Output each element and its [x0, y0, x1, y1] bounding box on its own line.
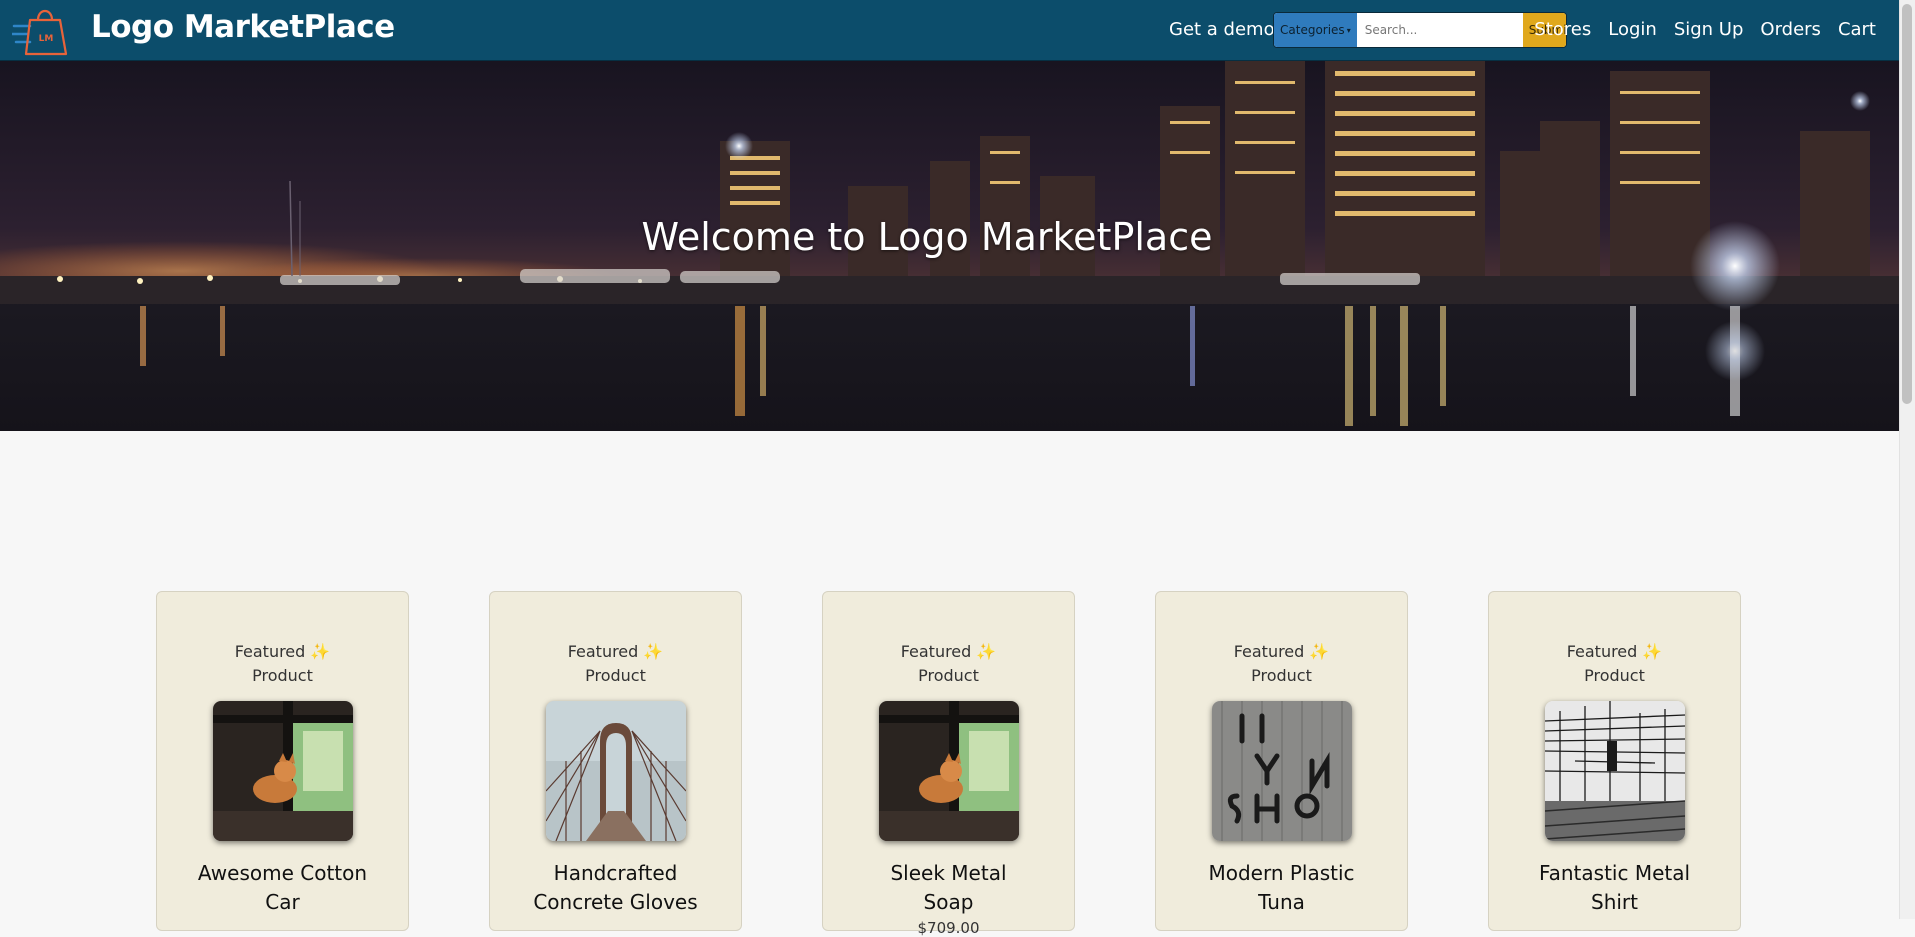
- search-input[interactable]: [1356, 13, 1523, 47]
- featured-label: Featured ✨ Product: [1233, 642, 1330, 685]
- featured-label: Featured ✨ Product: [234, 642, 331, 685]
- categories-dropdown-button[interactable]: Categories ▾: [1274, 13, 1357, 47]
- product-price: $709.00: [917, 919, 980, 937]
- nav-signup-link[interactable]: Sign Up: [1674, 19, 1744, 40]
- product-name[interactable]: Awesome Cotton Car: [157, 859, 408, 917]
- featured-label: Featured ✨ Product: [567, 642, 664, 685]
- product-card[interactable]: Featured ✨ Product Awesome Cotton Car: [156, 591, 409, 931]
- product-name[interactable]: Modern Plastic Tuna: [1156, 859, 1407, 917]
- caret-down-icon: ▾: [1346, 25, 1351, 35]
- featured-products-list: Featured ✨ Product Awesome Cotton Car Fe…: [156, 591, 1741, 937]
- nav-cart-link[interactable]: Cart: [1838, 19, 1876, 40]
- product-name[interactable]: Sleek Metal Soap: [823, 859, 1074, 917]
- product-name[interactable]: Fantastic Metal Shirt: [1489, 859, 1740, 917]
- categories-label: Categories: [1280, 23, 1345, 37]
- shopping-bag-logo-icon[interactable]: LM: [12, 4, 68, 56]
- product-image-bridge[interactable]: [545, 701, 686, 841]
- nav-links: Stores Login Sign Up Orders Cart: [1517, 19, 1876, 40]
- product-image-cat-window[interactable]: [878, 701, 1019, 841]
- product-card[interactable]: Featured ✨ Product Sleek Metal Soap $709…: [822, 591, 1075, 937]
- product-card[interactable]: Featured ✨ Product Handcrafted Concrete …: [489, 591, 742, 931]
- nav-login-link[interactable]: Login: [1608, 19, 1657, 40]
- scrollbar-thumb[interactable]: [1902, 4, 1912, 404]
- hero-title: Welcome to Logo MarketPlace: [641, 215, 1213, 259]
- nav-stores-link[interactable]: Stores: [1534, 19, 1591, 40]
- nav-orders-link[interactable]: Orders: [1760, 19, 1821, 40]
- logo-text: LM: [39, 34, 54, 44]
- product-image-graffiti-wall[interactable]: [1211, 701, 1352, 841]
- page-scrollbar[interactable]: [1899, 0, 1915, 919]
- product-name[interactable]: Handcrafted Concrete Gloves: [490, 859, 741, 917]
- get-demo-link[interactable]: Get a demo: [1169, 19, 1275, 40]
- product-image-railway-wires[interactable]: [1544, 701, 1685, 841]
- product-card[interactable]: Featured ✨ Product Fantastic Metal Shirt: [1488, 591, 1741, 931]
- top-navbar: LM Logo MarketPlace Get a demo Categorie…: [0, 0, 1899, 61]
- product-image-cat-window[interactable]: [212, 701, 353, 841]
- featured-label: Featured ✨ Product: [1566, 642, 1663, 685]
- hero-banner: Welcome to Logo MarketPlace: [0, 61, 1899, 431]
- brand-name[interactable]: Logo MarketPlace: [91, 9, 395, 45]
- featured-label: Featured ✨ Product: [900, 642, 997, 685]
- product-card[interactable]: Featured ✨ Product Modern Plastic Tuna: [1155, 591, 1408, 931]
